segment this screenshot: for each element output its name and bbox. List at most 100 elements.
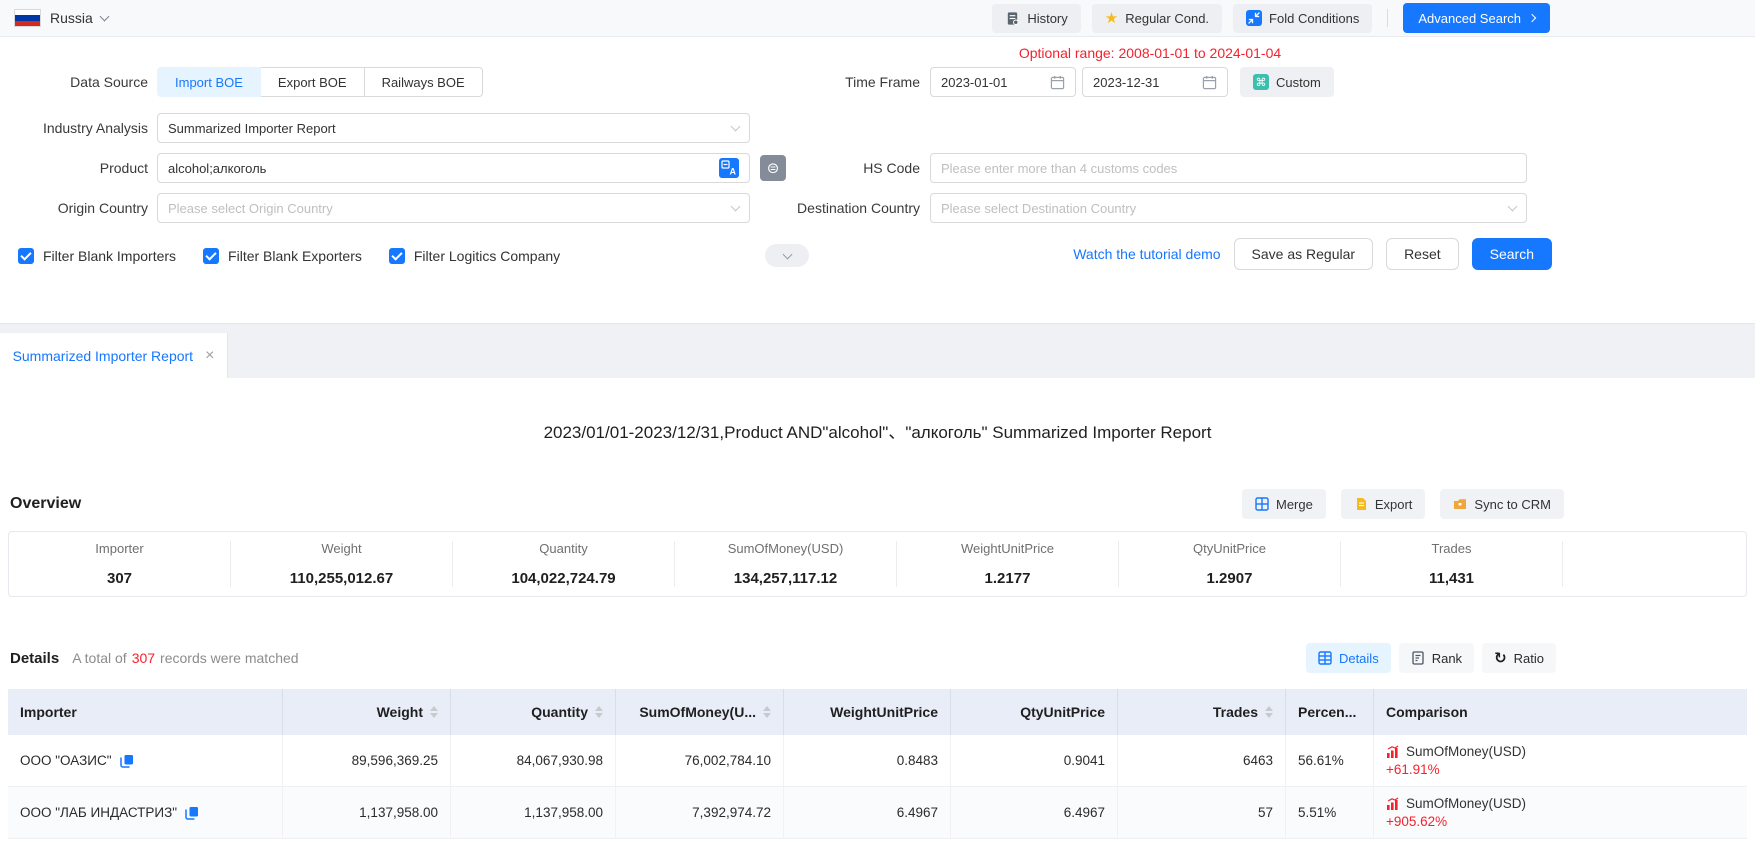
cell-quantity: 1,137,958.00 [451, 787, 616, 838]
chevron-right-icon [1528, 14, 1536, 22]
country-selector-label[interactable]: Russia [50, 10, 93, 26]
search-button[interactable]: Search [1472, 238, 1552, 270]
tab-export-boe[interactable]: Export BOE [260, 67, 365, 97]
rank-list-icon [1411, 651, 1425, 665]
star-icon: ★ [1105, 11, 1118, 26]
cell-weight: 89,596,369.25 [283, 735, 451, 786]
filter-blank-importers-checkbox[interactable]: Filter Blank Importers [18, 248, 176, 264]
regular-cond-button[interactable]: ★ Regular Cond. [1092, 4, 1222, 33]
tab-import-boe[interactable]: Import BOE [157, 67, 261, 97]
cell-weight-unit-price: 6.4967 [784, 787, 951, 838]
checkbox-checked-icon[interactable] [203, 248, 219, 264]
reset-button[interactable]: Reset [1386, 238, 1459, 270]
comparison-change: +905.62% [1386, 814, 1447, 829]
overview-stats-card: Importer 307 Weight 110,255,012.67 Quant… [8, 531, 1747, 597]
view-ratio-button[interactable]: ↻ Ratio [1482, 643, 1556, 673]
save-as-regular-button[interactable]: Save as Regular [1234, 238, 1374, 270]
advanced-search-button[interactable]: Advanced Search [1403, 3, 1550, 33]
table-row: ООО "ОАЗИС" 89,596,369.25 84,067,930.98 … [8, 735, 1747, 787]
sort-icon[interactable] [595, 706, 603, 718]
sort-icon[interactable] [763, 706, 771, 718]
history-icon [1005, 11, 1020, 26]
fold-icon [1246, 10, 1262, 26]
destination-country-select[interactable]: Please select Destination Country [930, 193, 1527, 223]
stat-trades: Trades 11,431 [1341, 541, 1563, 587]
hs-code-value[interactable] [941, 161, 1516, 176]
col-trades[interactable]: Trades [1118, 689, 1286, 735]
tab-summarized-importer-report[interactable]: Summarized Importer Report × [0, 333, 228, 378]
export-file-icon [1354, 497, 1368, 511]
stat-weight-unit-price: WeightUnitPrice 1.2177 [897, 541, 1119, 587]
sort-icon[interactable] [1265, 706, 1273, 718]
fold-conditions-button[interactable]: Fold Conditions [1233, 4, 1372, 33]
col-sum-of-money[interactable]: SumOfMoney(U... [616, 689, 784, 735]
custom-icon: ⌘ [1253, 74, 1269, 90]
col-quantity[interactable]: Quantity [451, 689, 616, 735]
russia-flag-icon [14, 9, 41, 27]
product-value[interactable] [168, 161, 719, 176]
col-weight-unit-price: WeightUnitPrice [784, 689, 951, 735]
hs-code-label: HS Code [700, 153, 920, 183]
industry-analysis-select[interactable]: Summarized Importer Report [157, 113, 750, 143]
records-summary: A total of307records were matched [72, 650, 298, 666]
collapse-form-button[interactable] [765, 244, 809, 267]
optional-range-hint: Optional range: 2008-01-01 to 2024-01-04 [930, 45, 1370, 61]
stat-sum-of-money: SumOfMoney(USD) 134,257,117.12 [675, 541, 897, 587]
cell-weight-unit-price: 0.8483 [784, 735, 951, 786]
checkbox-checked-icon[interactable] [389, 248, 405, 264]
details-header: Details A total of307records were matche… [10, 643, 1556, 673]
col-comparison: Comparison [1374, 689, 1747, 735]
col-weight[interactable]: Weight [283, 689, 451, 735]
product-label: Product [0, 153, 148, 183]
origin-country-select[interactable]: Please select Origin Country [157, 193, 750, 223]
filter-logitics-company-checkbox[interactable]: Filter Logitics Company [389, 248, 560, 264]
date-to-value[interactable] [1093, 75, 1202, 90]
copy-icon[interactable] [185, 806, 199, 820]
table-header-row: Importer Weight Quantity SumOfMoney(U...… [8, 689, 1747, 735]
chevron-down-icon [731, 121, 741, 131]
copy-icon[interactable] [120, 754, 134, 768]
view-switcher: Details Rank ↻ Ratio [1306, 643, 1556, 673]
stat-importer: Importer 307 [9, 541, 231, 587]
cell-importer: ООО "ЛАБ ИНДАСТРИЗ" [8, 787, 283, 838]
cell-percent: 56.61% [1286, 735, 1374, 786]
details-table-icon [1318, 651, 1332, 665]
sort-icon[interactable] [430, 706, 438, 718]
comparison-change: +61.91% [1386, 762, 1440, 777]
cell-qty-unit-price: 6.4967 [951, 787, 1118, 838]
chevron-down-icon[interactable] [99, 12, 109, 22]
cell-trades: 57 [1118, 787, 1286, 838]
table-row: ООО "ЛАБ ИНДАСТРИЗ" 1,137,958.00 1,137,9… [8, 787, 1747, 839]
merge-button[interactable]: Merge [1242, 489, 1326, 519]
details-heading: Details [10, 650, 59, 667]
cell-percent: 5.51% [1286, 787, 1374, 838]
sync-crm-icon [1453, 497, 1467, 511]
divider [1387, 9, 1388, 27]
time-frame-label: Time Frame [700, 67, 920, 97]
history-button[interactable]: History [992, 4, 1080, 33]
cell-importer: ООО "ОАЗИС" [8, 735, 283, 786]
col-percent: Percen... [1286, 689, 1374, 735]
filter-blank-exporters-checkbox[interactable]: Filter Blank Exporters [203, 248, 362, 264]
sync-to-crm-button[interactable]: Sync to CRM [1440, 489, 1564, 519]
custom-range-button[interactable]: ⌘ Custom [1240, 67, 1334, 97]
topbar-actions: History ★ Regular Cond. Fold Conditions … [992, 3, 1550, 33]
export-button[interactable]: Export [1341, 489, 1426, 519]
product-input[interactable]: A [157, 153, 750, 183]
checkbox-checked-icon[interactable] [18, 248, 34, 264]
tutorial-demo-link[interactable]: Watch the tutorial demo [1073, 246, 1220, 262]
date-from-input[interactable] [930, 67, 1076, 97]
date-from-value[interactable] [941, 75, 1050, 90]
overview-header: Overview Merge Export Sync to CRM [10, 489, 1564, 519]
ratio-circle-icon: ↻ [1494, 651, 1507, 666]
view-details-button[interactable]: Details [1306, 643, 1391, 673]
form-actions: Watch the tutorial demo Save as Regular … [1073, 238, 1552, 270]
cell-sum-of-money: 7,392,974.72 [616, 787, 784, 838]
col-qty-unit-price: QtyUnitPrice [951, 689, 1118, 735]
tab-railways-boe[interactable]: Railways BOE [364, 67, 483, 97]
destination-country-label: Destination Country [700, 193, 920, 223]
close-icon[interactable]: × [205, 348, 214, 364]
date-to-input[interactable] [1082, 67, 1228, 97]
hs-code-input[interactable] [930, 153, 1527, 183]
view-rank-button[interactable]: Rank [1399, 643, 1474, 673]
